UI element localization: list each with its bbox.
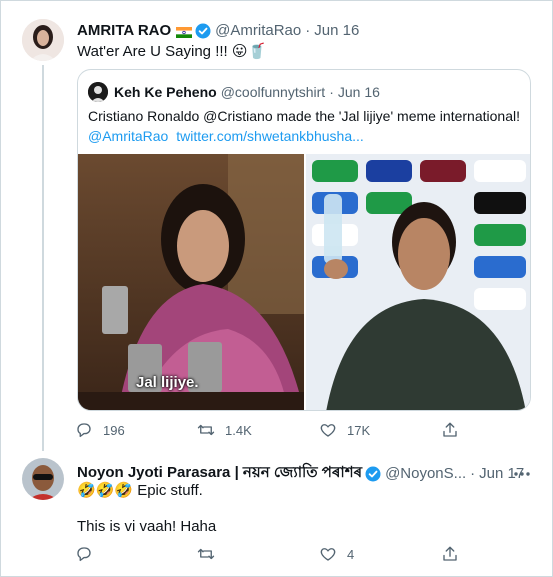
like-icon (320, 424, 336, 437)
quote-date: Jun 16 (337, 84, 380, 100)
tweet2-line1: 🤣🤣🤣 Epic stuff. (77, 482, 203, 499)
retweet-icon (197, 424, 215, 436)
quote-text-line1: Cristiano Ronaldo @Cristiano made the 'J… (88, 108, 520, 124)
tweet2-actions: 4 (75, 545, 531, 563)
tweet1-text: Wat'er Are U Saying !!! 😛🥤 (77, 43, 267, 60)
like-button[interactable]: 4 (319, 545, 441, 563)
like-count: 4 (347, 546, 355, 562)
quote-mention: @AmritaRao (88, 128, 169, 144)
avatar-amrita-rao[interactable] (22, 19, 64, 61)
media-caption: Jal lijiye. (136, 374, 199, 391)
quote-text: Cristiano Ronaldo @Cristiano made the 'J… (88, 106, 522, 146)
avatar-noyon-jyoti-parasara[interactable] (22, 458, 64, 500)
like-count: 17K (347, 422, 371, 438)
quoted-tweet-card[interactable]: Keh Ke Peheno @coolfunnytshirt · Jun 16 … (77, 69, 531, 411)
separator-dot: · (305, 22, 311, 39)
verified-badge-icon (195, 23, 211, 39)
quote-handle: @coolfunnytshirt (220, 84, 326, 100)
reply-count: 196 (103, 422, 125, 438)
quote-media: Jal lijiye. (78, 154, 530, 410)
tweet1-header: AMRITA RAO @AmritaRao · Jun 16 (77, 22, 359, 39)
thread-connector (42, 65, 44, 451)
tweet2-line2: This is vi vaah! Haha (77, 518, 217, 535)
more-options-button[interactable] (514, 463, 530, 476)
more-icon (514, 472, 530, 476)
separator-dot: · (329, 84, 334, 100)
retweet-icon (197, 548, 215, 560)
media-image-ronaldo[interactable] (306, 154, 530, 410)
tweet1-handle[interactable]: @AmritaRao (215, 22, 301, 39)
retweet-count: 1.4K (225, 422, 252, 438)
verified-badge-icon (365, 466, 381, 482)
tweet1-author-name[interactable]: AMRITA RAO (77, 22, 171, 39)
quote-author-name: Keh Ke Peheno (114, 84, 217, 100)
like-icon (320, 548, 336, 561)
reply-icon (77, 547, 91, 562)
share-icon (443, 422, 457, 437)
tweet1-actions: 196 1.4K 17K (75, 421, 531, 439)
reply-icon (77, 423, 91, 438)
tweet1-date[interactable]: Jun 16 (314, 22, 359, 39)
quote-link: twitter.com/shwetankbhusha... (176, 128, 364, 144)
share-button[interactable] (441, 421, 459, 439)
media-image-jal-lijiye[interactable]: Jal lijiye. (78, 154, 304, 410)
india-flag-icon (176, 25, 193, 38)
tweet-thread: AMRITA RAO @AmritaRao · Jun 16 Wat'er Ar… (0, 0, 553, 577)
quote-header: Keh Ke Peheno @coolfunnytshirt · Jun 16 (88, 82, 380, 102)
share-icon (443, 546, 457, 561)
tweet2-handle[interactable]: @NoyonS... (385, 465, 466, 482)
share-button[interactable] (441, 545, 459, 563)
like-button[interactable]: 17K (319, 421, 441, 439)
reply-button[interactable] (75, 545, 197, 563)
separator-dot: · (470, 465, 476, 482)
avatar-keh-ke-peheno (88, 82, 108, 102)
reply-button[interactable]: 196 (75, 421, 197, 439)
retweet-button[interactable] (197, 545, 319, 563)
retweet-button[interactable]: 1.4K (197, 421, 319, 439)
